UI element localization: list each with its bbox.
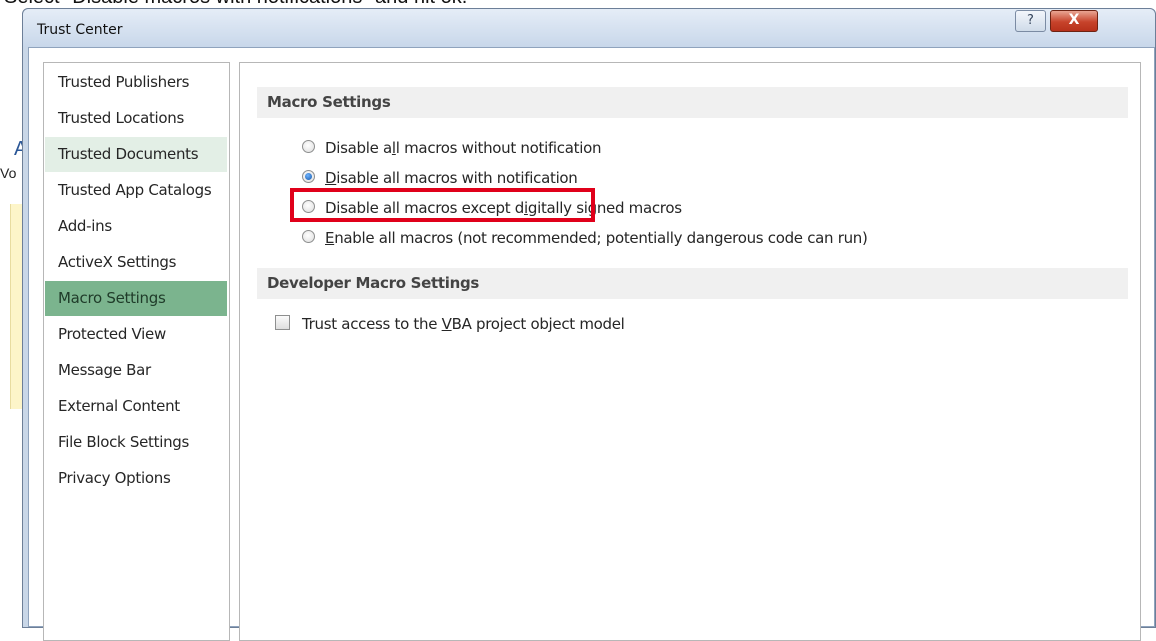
sidebar-item-label: External Content <box>58 397 180 415</box>
sidebar-item-external-content[interactable]: External Content <box>45 389 227 424</box>
radio-button[interactable] <box>302 230 315 243</box>
checkbox-trust-vba-access[interactable]: Trust access to the VBA project object m… <box>275 311 625 337</box>
sidebar-item-label: File Block Settings <box>58 433 190 451</box>
sidebar-item-activex-settings[interactable]: ActiveX Settings <box>45 245 227 280</box>
sidebar-item-trusted-locations[interactable]: Trusted Locations <box>45 101 227 136</box>
option-label: Disable all macros without notification <box>325 139 602 157</box>
category-sidebar: Trusted Publishers Trusted Locations Tru… <box>43 62 230 641</box>
sidebar-item-label: ActiveX Settings <box>58 253 177 271</box>
sidebar-item-trusted-publishers[interactable]: Trusted Publishers <box>45 65 227 100</box>
checkbox[interactable] <box>275 315 290 330</box>
sidebar-item-label: Trusted Locations <box>58 109 185 127</box>
sidebar-item-label: Trusted Publishers <box>58 73 190 91</box>
sidebar-item-label: Add-ins <box>58 217 112 235</box>
title-bar[interactable]: Trust Center ? X <box>23 9 1155 47</box>
developer-macro-settings-header: Developer Macro Settings <box>257 268 1128 299</box>
sidebar-item-protected-view[interactable]: Protected View <box>45 317 227 352</box>
radio-button-selected[interactable] <box>302 170 315 183</box>
background-text-vo: Vo <box>0 165 17 181</box>
sidebar-item-label: Macro Settings <box>58 289 166 307</box>
help-button[interactable]: ? <box>1015 10 1046 32</box>
radio-enable-all-macros[interactable]: Enable all macros (not recommended; pote… <box>302 225 868 251</box>
sidebar-item-add-ins[interactable]: Add-ins <box>45 209 227 244</box>
sidebar-item-message-bar[interactable]: Message Bar <box>45 353 227 388</box>
radio-button[interactable] <box>302 140 315 153</box>
sidebar-item-label: Privacy Options <box>58 469 171 487</box>
radio-disable-all-no-notification[interactable]: Disable all macros without notification <box>302 135 601 161</box>
dialog-title: Trust Center <box>37 22 123 38</box>
close-icon: X <box>1068 12 1080 28</box>
sidebar-item-label: Protected View <box>58 325 166 343</box>
help-icon: ? <box>1027 13 1034 28</box>
trust-center-dialog: Trust Center ? X Trusted Publishers Trus… <box>22 8 1156 641</box>
dialog-body: Trusted Publishers Trusted Locations Tru… <box>28 47 1155 641</box>
sidebar-item-label: Message Bar <box>58 361 151 379</box>
sidebar-item-trusted-documents[interactable]: Trusted Documents <box>45 137 227 172</box>
sidebar-item-file-block-settings[interactable]: File Block Settings <box>45 425 227 460</box>
sidebar-item-trusted-app-catalogs[interactable]: Trusted App Catalogs <box>45 173 227 208</box>
annotation-highlight-box <box>290 188 595 222</box>
option-label: Enable all macros (not recommended; pote… <box>325 229 868 247</box>
sidebar-item-privacy-options[interactable]: Privacy Options <box>45 461 227 496</box>
option-label: Disable all macros with notification <box>325 169 578 187</box>
macro-settings-header: Macro Settings <box>257 87 1128 118</box>
close-button[interactable]: X <box>1050 10 1098 32</box>
checkbox-label: Trust access to the VBA project object m… <box>302 315 625 333</box>
sidebar-item-label: Trusted App Catalogs <box>58 181 212 199</box>
settings-panel: Macro Settings Disable all macros withou… <box>239 62 1141 641</box>
sidebar-item-label: Trusted Documents <box>58 145 199 163</box>
sidebar-item-macro-settings[interactable]: Macro Settings <box>45 281 227 316</box>
